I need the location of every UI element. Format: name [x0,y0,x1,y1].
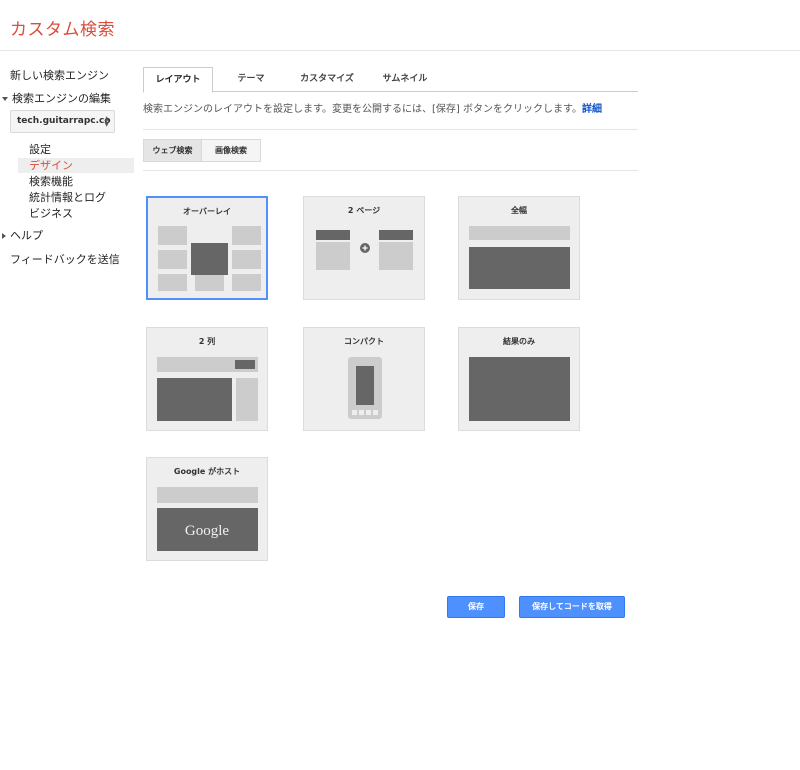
select-arrows-icon: ▲ ▼ [104,115,109,128]
sidebar-item-business[interactable]: ビジネス [18,206,134,221]
tab-layout[interactable]: レイアウト [143,67,213,93]
image-search-button[interactable]: 画像検索 [202,139,261,162]
layout-option-full-width[interactable]: 全幅 [458,196,580,300]
new-engine-link[interactable]: 新しい検索エンジン [10,67,109,83]
save-and-get-code-button[interactable]: 保存してコードを取得 [519,596,625,618]
two-page-layout-icon [316,230,413,270]
tab-theme[interactable]: テーマ [221,67,281,92]
google-hosted-layout-icon: Google [157,487,258,551]
compact-layout-icon [348,357,382,419]
sidebar-item-stats-logs[interactable]: 統計情報とログ [18,190,134,205]
help-section[interactable]: ヘルプ [2,227,43,243]
tab-customize[interactable]: カスタマイズ [291,67,363,92]
save-button[interactable]: 保存 [447,596,505,618]
feedback-link[interactable]: フィードバックを送信 [10,251,120,267]
divider [143,129,638,130]
overlay-layout-icon [158,226,261,291]
app-title: カスタム検索 [10,20,115,40]
layout-option-results-only[interactable]: 結果のみ [458,327,580,431]
tab-bar: レイアウト テーマ カスタマイズ サムネイル [143,67,638,93]
layout-option-google-hosted[interactable]: Google がホスト Google [146,457,268,561]
edit-engine-label: 検索エンジンの編集 [12,92,111,105]
results-only-layout-icon [469,357,570,421]
layout-option-two-page[interactable]: 2 ページ [303,196,425,300]
help-label: ヘルプ [10,229,43,242]
full-width-layout-icon [469,226,570,289]
header: カスタム検索 [0,0,800,51]
two-column-layout-icon [157,357,258,421]
search-type-toggle: ウェブ検索 画像検索 [143,139,261,162]
details-link[interactable]: 詳細 [582,104,602,115]
sidebar-item-settings[interactable]: 設定 [18,142,134,157]
layout-option-overlay[interactable]: オーバーレイ [146,196,268,300]
divider [143,170,638,171]
layout-option-two-column[interactable]: 2 列 [146,327,268,431]
web-search-button[interactable]: ウェブ検索 [143,139,202,162]
collapse-icon [2,233,6,239]
layout-description: 検索エンジンのレイアウトを設定します。変更を公開するには、[保存] ボタンをクリ… [143,100,602,115]
edit-engine-section[interactable]: 検索エンジンの編集 [2,90,111,106]
description-text: 検索エンジンのレイアウトを設定します。変更を公開するには、[保存] ボタンをクリ… [143,104,582,115]
expand-icon [2,97,8,101]
sidebar-item-search-features[interactable]: 検索機能 [18,174,134,189]
tab-thumbnail[interactable]: サムネイル [371,67,439,92]
google-logo-text: Google [185,523,230,539]
engine-select[interactable]: tech.guitarrapc.co ▲ ▼ [10,110,115,133]
sidebar-item-design[interactable]: デザイン [18,158,134,173]
layout-option-compact[interactable]: コンパクト [303,327,425,431]
engine-select-value: tech.guitarrapc.co [17,116,111,126]
